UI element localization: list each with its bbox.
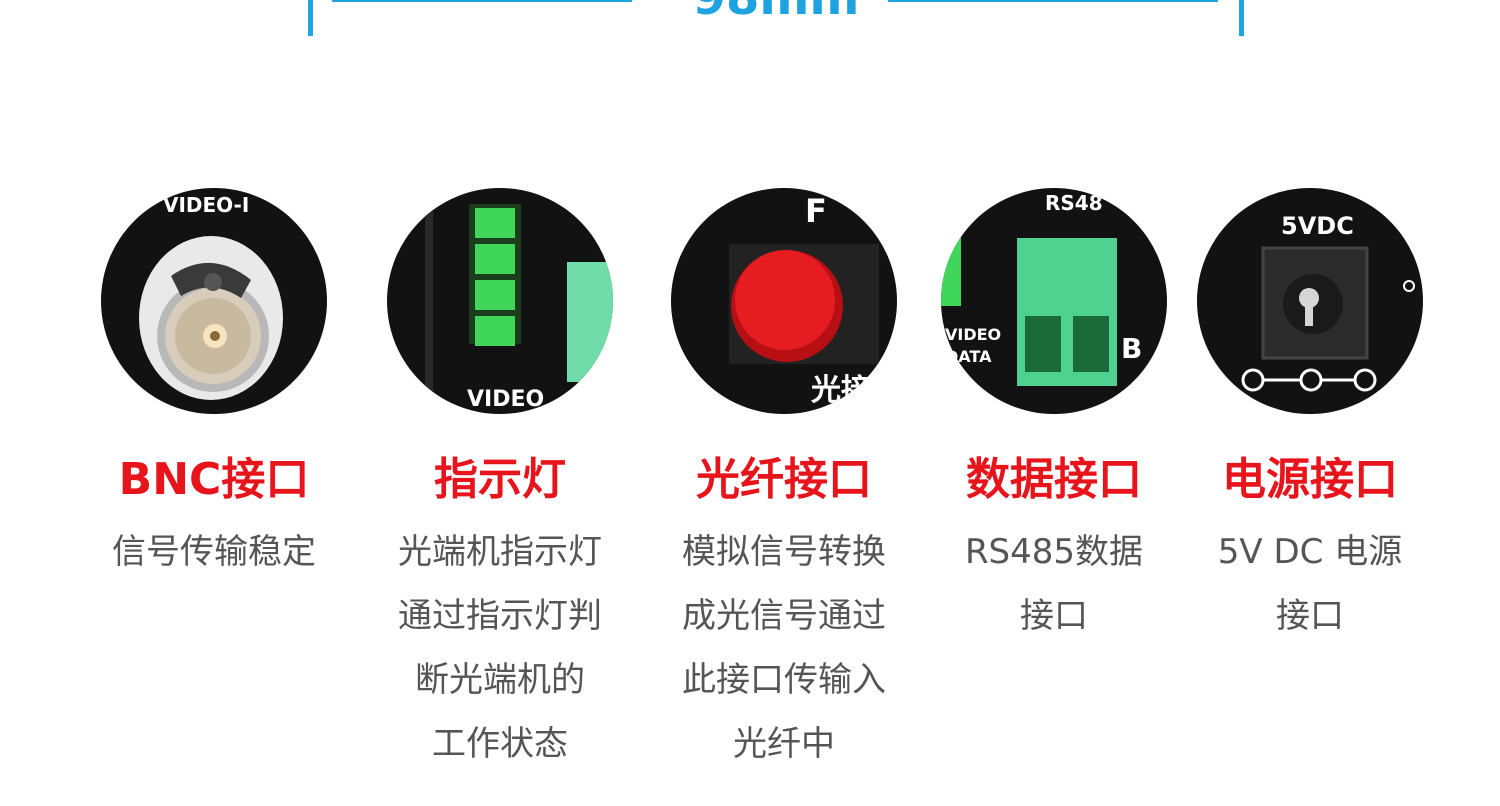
description-line: 工作状态 [432, 724, 568, 764]
feature-bnc: VIDEO-I BNC接口 信号传输稳定 [96, 188, 332, 584]
description-line: 光纤中 [733, 724, 835, 764]
feature-title: 指示灯 [434, 454, 566, 505]
feature-indicator: VIDEO 指示灯 光端机指示灯 通过指示灯判 断光端机的 工作状态 [382, 188, 618, 776]
dc-power-jack-graphic: 5VDC [1241, 212, 1415, 392]
feature-title: 电源接口 [1222, 454, 1398, 505]
fiber-port-graphic: F 光接 [729, 192, 879, 408]
description-line: RS485数据 [964, 532, 1144, 572]
dimension-right-tick [1239, 0, 1244, 36]
feature-description: RS485数据 接口 [936, 520, 1172, 648]
badge-label-video: VIDEO-I [163, 193, 249, 217]
description-line: 接口 [1020, 596, 1088, 636]
feature-description: 模拟信号转换 成光信号通过 此接口传输入 光纤中 [666, 520, 902, 776]
badge-label-5vdc: 5VDC [1281, 212, 1354, 240]
badge-label-f: F [805, 192, 827, 230]
dimension-line-left [332, 0, 632, 2]
badge-label-optical: 光接 [811, 373, 871, 408]
feature-title: BNC接口 [118, 454, 310, 505]
description-line: 信号传输稳定 [112, 532, 316, 572]
badge-label-rs: RS48 [1045, 191, 1103, 215]
feature-description: 光端机指示灯 通过指示灯判 断光端机的 工作状态 [382, 520, 618, 776]
fiber-port-icon: F 光接 [671, 188, 897, 414]
indicator-leds-icon: VIDEO [387, 188, 613, 414]
dimension-label: 98mm [668, 0, 884, 22]
badge-label-video: VIDEO [467, 387, 544, 412]
description-line: 成光信号通过 [682, 596, 886, 636]
description-line: 断光端机的 [415, 660, 585, 700]
feature-data: RS48 VIDEO DATA B 数据接口 RS485数据 接口 [936, 188, 1172, 648]
description-line: 光端机指示灯 [398, 532, 602, 572]
dc-power-jack-icon: 5VDC [1197, 188, 1423, 414]
dimension-line-right [888, 0, 1218, 2]
bnc-connector-icon: VIDEO-I [101, 188, 327, 414]
dimension-left-tick [308, 0, 313, 36]
dimension-indicator: 98mm [308, 0, 1244, 36]
feature-description: 5V DC 电源 接口 [1192, 520, 1428, 648]
badge-label-data: DATA [945, 347, 992, 366]
bnc-connector-graphic: VIDEO-I [139, 193, 283, 400]
feature-fiber: F 光接 光纤接口 模拟信号转换 成光信号通过 此接口传输入 光纤中 [666, 188, 902, 776]
description-line: 接口 [1276, 596, 1344, 636]
badge-label-b: B [1121, 332, 1142, 365]
description-line: 模拟信号转换 [682, 532, 886, 572]
feature-title: 数据接口 [966, 454, 1142, 505]
indicator-leds-graphic: VIDEO [425, 188, 613, 414]
description-line: 5V DC 电源 [1217, 532, 1403, 572]
description-line: 通过指示灯判 [398, 596, 602, 636]
feature-description: 信号传输稳定 [96, 520, 332, 584]
badge-label-video: VIDEO [945, 325, 1001, 344]
terminal-block-icon: RS48 VIDEO DATA B [941, 188, 1167, 414]
feature-power: 5VDC 电源接口 5V DC 电源 接口 [1192, 188, 1428, 648]
description-line: 此接口传输入 [682, 660, 886, 700]
terminal-block-graphic: RS48 VIDEO DATA B [941, 191, 1142, 386]
feature-title: 光纤接口 [696, 454, 872, 505]
